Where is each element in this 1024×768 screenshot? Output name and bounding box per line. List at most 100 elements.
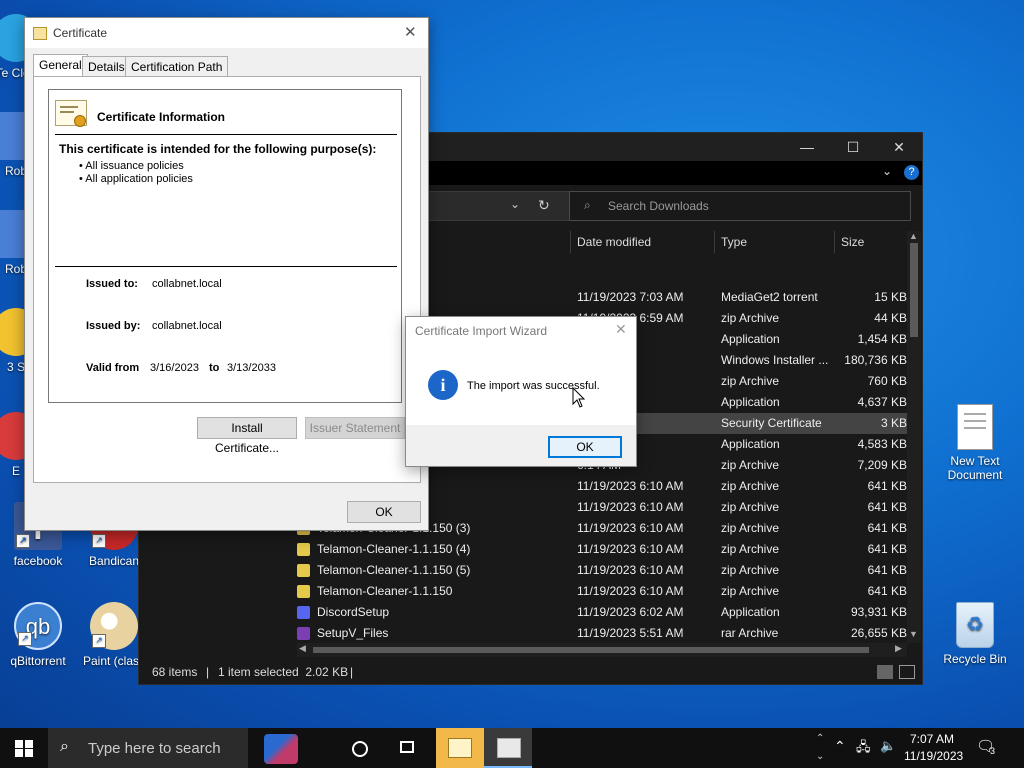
- close-icon[interactable]: ✕: [404, 18, 417, 48]
- recycle-bin-icon: ♻: [956, 602, 994, 648]
- vertical-scrollbar[interactable]: ▲ ▼: [907, 231, 921, 643]
- taskbar-app-game[interactable]: [258, 728, 306, 768]
- task-view-button[interactable]: [384, 728, 432, 768]
- column-header-date[interactable]: Date modified: [570, 231, 714, 253]
- desktop-icon-recycle-bin[interactable]: ♻ Recycle Bin: [937, 602, 1013, 666]
- certificate-icon: [448, 738, 472, 758]
- file-size: 641 KB: [867, 563, 907, 577]
- desktop-icon-new-text-document[interactable]: New Text Document: [937, 404, 1013, 482]
- search-icon: ⌕: [60, 738, 69, 755]
- file-size: 93,931 KB: [850, 605, 907, 619]
- issued-by-label: Issued by:: [86, 320, 141, 332]
- refresh-icon[interactable]: ↻: [538, 197, 550, 214]
- file-size: 1,454 KB: [857, 332, 907, 346]
- file-type: zip Archive: [721, 458, 780, 472]
- scroll-up-icon[interactable]: ▲: [909, 231, 918, 241]
- tab-general[interactable]: General: [33, 54, 88, 77]
- scroll-down-icon[interactable]: ▼: [909, 629, 918, 639]
- address-bar[interactable]: ⌄ ↻: [427, 191, 573, 221]
- file-size: 44 KB: [874, 311, 907, 325]
- file-size: 641 KB: [867, 479, 907, 493]
- help-icon[interactable]: ?: [904, 165, 919, 180]
- file-date: 11/19/2023 6:10 AM: [577, 584, 684, 598]
- file-row[interactable]: Telamon-Cleaner-1.1.150 11/19/2023 6:10 A…: [297, 581, 907, 602]
- desktop-icon-label: Recycle Bin: [943, 652, 1007, 666]
- file-row[interactable]: DiscordSetup 11/19/2023 6:02 AM Applicatio…: [297, 602, 907, 623]
- divider: [55, 266, 397, 267]
- scroll-right-icon[interactable]: ▶: [895, 643, 902, 654]
- game-icon: [264, 734, 298, 764]
- import-wizard-dialog[interactable]: Certificate Import Wizard ✕ i The import…: [405, 316, 637, 467]
- selection-info: 1 item selected 2.02 KB: [218, 665, 349, 679]
- large-icons-view-icon[interactable]: [899, 665, 915, 679]
- taskbar-search-box[interactable]: ⌕ Type here to search: [48, 728, 248, 768]
- divider: [55, 134, 397, 135]
- maximize-button[interactable]: ☐: [830, 133, 876, 161]
- valid-from-label: Valid from: [86, 362, 140, 374]
- file-size: 760 KB: [867, 374, 907, 388]
- scrollbar-thumb[interactable]: [313, 647, 869, 653]
- clock-time[interactable]: 7:07 AM: [910, 732, 954, 746]
- qbittorrent-icon: qb ↗: [14, 602, 62, 650]
- install-certificate-button[interactable]: Install Certificate...: [197, 417, 297, 455]
- file-date: 11/19/2023 6:10 AM: [577, 500, 684, 514]
- certificate-titlebar[interactable]: Certificate ✕: [25, 18, 428, 48]
- desktop-icon-label: E: [11, 464, 20, 478]
- column-header-size[interactable]: Size: [834, 231, 911, 253]
- certificate-info-box: Certificate Information This certificate…: [48, 89, 402, 403]
- minimize-button[interactable]: —: [784, 133, 830, 161]
- close-icon[interactable]: ✕: [615, 321, 627, 338]
- certificate-icon: [33, 27, 47, 40]
- file-name: Telamon-Cleaner-1.1.150 (4): [317, 542, 471, 556]
- scroll-left-icon[interactable]: ◀: [299, 643, 306, 654]
- file-type: Application: [721, 605, 780, 619]
- network-icon[interactable]: 🖧: [856, 738, 871, 760]
- file-size: 3 KB: [880, 416, 907, 430]
- column-header-type[interactable]: Type: [714, 231, 831, 253]
- file-row[interactable]: Telamon-Cleaner-1.1.150 (5) 11/19/2023 6:…: [297, 560, 907, 581]
- dialog-title: Certificate Import Wizard: [415, 324, 548, 338]
- file-type: Application: [721, 332, 780, 346]
- certificate-dialog[interactable]: Certificate ✕ General Details Certificat…: [24, 17, 429, 531]
- scroll-arrows-icon[interactable]: ⌃ ⌄: [816, 730, 824, 766]
- wizard-ok-button[interactable]: OK: [548, 436, 622, 458]
- tab-certification-path[interactable]: Certification Path: [125, 56, 229, 77]
- ok-button[interactable]: OK: [347, 501, 421, 523]
- file-date: 11/19/2023 6:10 AM: [577, 479, 684, 493]
- search-box[interactable]: ⌕ Search Downloads: [569, 191, 911, 221]
- taskbar-app-certificate[interactable]: [436, 728, 484, 768]
- task-view-cortana-button[interactable]: [336, 728, 384, 768]
- file-date: 11/19/2023 6:02 AM: [577, 605, 684, 619]
- file-type: zip Archive: [721, 584, 780, 598]
- horizontal-scrollbar[interactable]: ◀ ▶: [297, 643, 907, 657]
- issuer-statement-button: Issuer Statement: [305, 417, 405, 439]
- volume-muted-icon[interactable]: 🔈: [880, 738, 896, 754]
- file-row[interactable]: Telamon-Cleaner-1.1.150 (4) 11/19/2023 6:…: [297, 539, 907, 560]
- clock-date[interactable]: 11/19/2023: [904, 749, 963, 763]
- zip-file-icon: [297, 585, 310, 598]
- file-size: 641 KB: [867, 500, 907, 514]
- desktop-icon-label: New Text Document: [947, 454, 1003, 482]
- file-row[interactable]: SetupV_Files 11/19/2023 5:51 AM rar Archiv…: [297, 623, 907, 644]
- chevron-down-icon[interactable]: ⌄: [510, 197, 520, 211]
- scrollbar-thumb[interactable]: [910, 243, 918, 337]
- zip-file-icon: [297, 543, 310, 556]
- status-bar: 68 items | 1 item selected 2.02 KB |: [139, 660, 922, 684]
- close-button[interactable]: ✕: [876, 133, 922, 161]
- item-count: 68 items: [152, 665, 198, 679]
- file-size: 4,637 KB: [857, 395, 907, 409]
- start-button[interactable]: [0, 728, 48, 768]
- tab-details[interactable]: Details: [82, 56, 131, 77]
- taskbar-app-explorer[interactable]: [484, 728, 532, 768]
- desktop-icon-qbittorrent[interactable]: qb ↗ qBittorrent: [0, 602, 76, 668]
- taskbar: ⌕ Type here to search ⌃ ⌄ ⌃ 🖧 🔈 7:07 AM 1…: [0, 728, 1024, 768]
- certificate-info-heading: Certificate Information: [97, 110, 226, 124]
- file-type: Application: [721, 437, 780, 451]
- taskbar-search-placeholder: Type here to search: [88, 740, 221, 757]
- details-view-icon[interactable]: [877, 665, 893, 679]
- show-hidden-icons-icon[interactable]: ⌃: [834, 738, 846, 755]
- file-type: zip Archive: [721, 500, 780, 514]
- chevron-down-icon[interactable]: ⌄: [882, 164, 892, 178]
- desktop-icon-label: facebook: [13, 554, 63, 568]
- file-type: Windows Installer ...: [721, 353, 829, 367]
